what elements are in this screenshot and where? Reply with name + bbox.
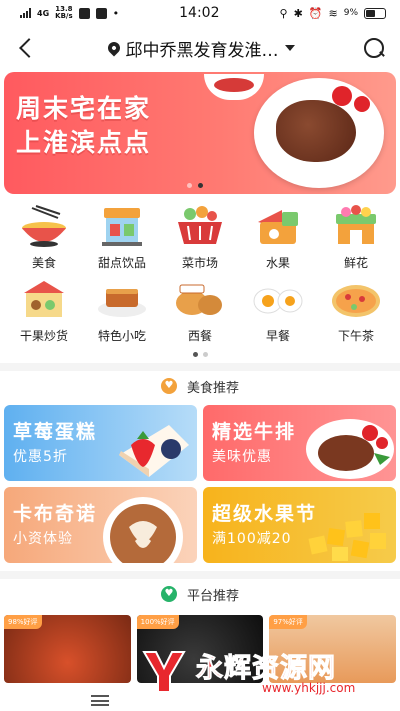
category-food[interactable]: 美食	[6, 204, 82, 271]
notification-icon	[78, 7, 90, 19]
alarm-icon: ⏰	[308, 6, 323, 20]
menu-icon[interactable]	[91, 695, 109, 706]
page-dot-active[interactable]	[192, 352, 198, 357]
dessert-shop-icon	[102, 208, 142, 246]
location-pin-icon	[105, 39, 122, 57]
steak-image	[276, 100, 356, 162]
app-screen: 4G 13.8 KB/s • 14:02 ⚲ ✱ ⏰ ≋ 9% 邱中乔黑发育发淮…	[0, 0, 400, 711]
banner-dot[interactable]	[187, 183, 192, 188]
bread-icon	[176, 284, 222, 315]
category-western[interactable]: 西餐	[162, 277, 238, 344]
platform-section-title: 平台推荐	[186, 588, 239, 604]
steak-dish-image	[306, 419, 394, 479]
watermark-name: 永辉资源网	[196, 653, 336, 685]
bluetooth-icon: ✱	[293, 6, 303, 20]
category-flowers[interactable]: 鲜花	[318, 204, 394, 271]
banner-pagination	[187, 183, 203, 188]
category-afternoon-tea[interactable]: 下午茶	[318, 277, 394, 344]
watermark: 永辉资源网 www.yhkjjj.com	[140, 646, 380, 700]
top-nav: 邱中乔黑发育发淮…	[0, 26, 400, 70]
food-section-title: 美食推荐	[186, 380, 239, 396]
basket-icon	[178, 206, 222, 244]
tomato-image	[332, 86, 352, 106]
pizza-icon	[332, 285, 380, 317]
heart-icon	[160, 586, 177, 602]
watermark-logo	[142, 651, 186, 693]
clock: 14:02	[179, 5, 220, 21]
berry-bowl-image	[204, 74, 264, 100]
tomato-image	[354, 96, 370, 112]
platform-section-header: 平台推荐	[0, 579, 400, 609]
promo-card-cappuccino[interactable]: 卡布奇诺 小资体验	[4, 487, 197, 563]
platform-card-shrimp[interactable]: 98%好评	[4, 615, 131, 683]
banner-dot-active[interactable]	[198, 183, 203, 188]
watermark-url: www.yhkjjj.com	[262, 681, 356, 695]
chevron-down-icon	[284, 45, 295, 51]
banner-headline: 周末宅在家 上淮滨点点	[16, 94, 152, 157]
snack-plate-icon	[98, 289, 146, 317]
back-arrow-icon[interactable]	[14, 35, 40, 61]
network-speed: 13.8 KB/s	[55, 5, 73, 20]
promo-card-steak[interactable]: 精选牛排 美味优惠	[203, 405, 396, 481]
nut-shop-icon	[24, 281, 64, 317]
egg-icon	[253, 288, 303, 314]
latte-art-image	[103, 497, 183, 563]
category-pagination	[0, 350, 400, 357]
category-breakfast[interactable]: 早餐	[240, 277, 316, 344]
category-snacks[interactable]: 特色小吃	[84, 277, 160, 344]
category-market[interactable]: 菜市场	[162, 204, 238, 271]
promo-card-strawberry-cake[interactable]: 草莓蛋糕 优惠5折	[4, 405, 197, 481]
battery-level: 9%	[343, 8, 358, 18]
page-dot[interactable]	[202, 352, 208, 357]
app-notification-icon	[95, 7, 107, 19]
network-type: 4G	[37, 8, 50, 18]
more-notifications-icon: •	[112, 6, 120, 20]
heart-icon	[160, 378, 177, 394]
promo-card-fruit-festival[interactable]: 超级水果节 满100减20	[203, 487, 396, 563]
noodle-bowl-icon	[22, 205, 66, 247]
location-status-icon: ⚲	[279, 6, 288, 20]
promo-banner[interactable]: 周末宅在家 上淮滨点点	[4, 72, 396, 194]
wifi-icon: ≋	[328, 6, 338, 20]
battery-icon	[364, 7, 386, 19]
rating-badge: 98%好评	[4, 615, 42, 629]
rating-badge: 100%好评	[136, 615, 179, 629]
fruit-icon	[258, 210, 298, 244]
food-section-header: 美食推荐	[0, 371, 400, 401]
category-grid: 美食 甜点饮品 菜市场 水果 鲜花 干果炒货 特色小吃 西餐 早餐 下午茶	[0, 194, 400, 363]
category-fruit[interactable]: 水果	[240, 204, 316, 271]
location-label: 邱中乔黑发育发淮…	[125, 40, 279, 61]
search-icon[interactable]	[362, 36, 386, 60]
mango-image	[308, 513, 386, 561]
flower-icon	[336, 205, 376, 244]
status-bar: 4G 13.8 KB/s • 14:02 ⚲ ✱ ⏰ ≋ 9%	[0, 0, 400, 26]
category-dessert-drinks[interactable]: 甜点饮品	[84, 204, 160, 271]
signal-icon	[20, 8, 31, 18]
food-promo-grid: 草莓蛋糕 优惠5折 精选牛排 美味优惠 卡布奇诺 小资体验 超级水果节 满100…	[0, 401, 400, 571]
strawberry-cake-image	[119, 425, 189, 477]
category-nuts[interactable]: 干果炒货	[6, 277, 82, 344]
location-selector[interactable]: 邱中乔黑发育发淮…	[105, 36, 295, 61]
rating-badge: 97%好评	[269, 615, 307, 629]
